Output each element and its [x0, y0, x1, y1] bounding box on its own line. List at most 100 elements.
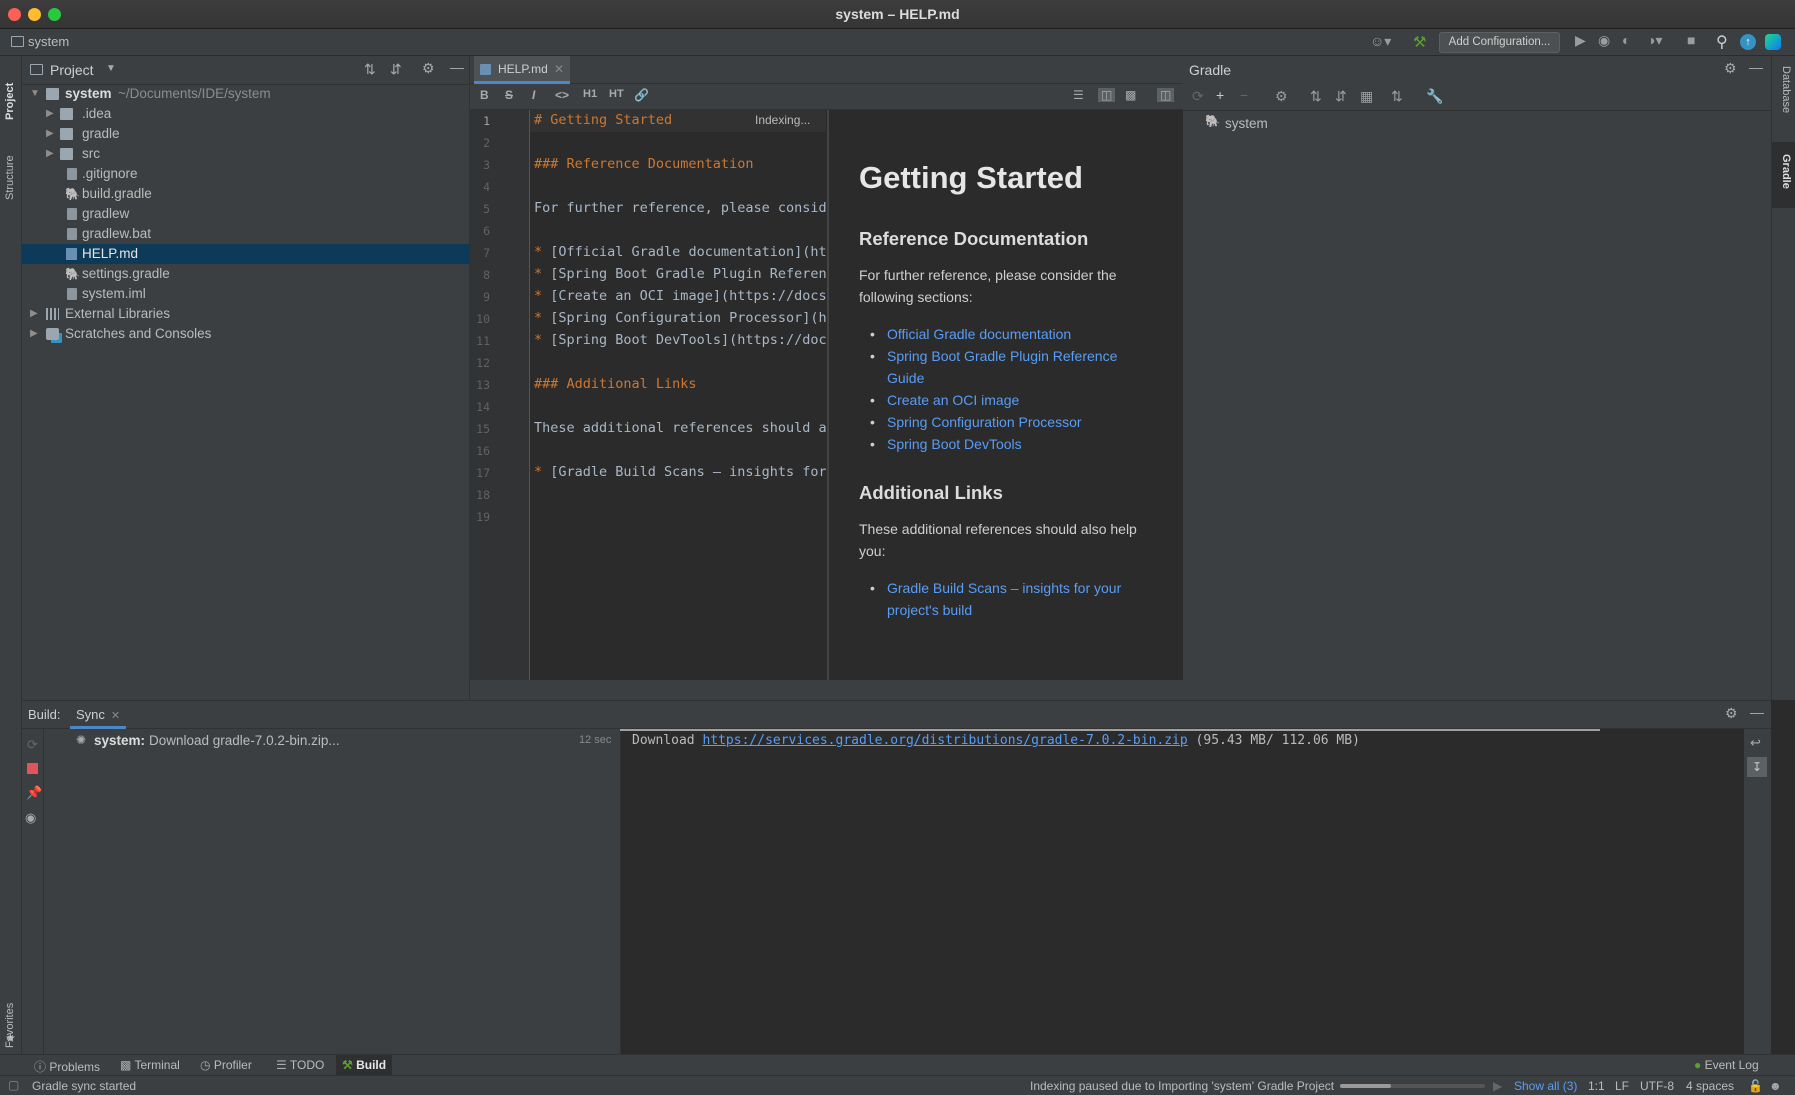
italic-button[interactable]: I [532, 88, 535, 102]
notifications-icon[interactable]: ☻ [1769, 1079, 1782, 1093]
tree-item-gradle[interactable]: ▶ gradle [22, 124, 470, 144]
code-line[interactable]: * [Official Gradle documentation](ht [534, 244, 826, 260]
close-icon[interactable]: ✕ [111, 710, 120, 722]
breadcrumb[interactable]: system [28, 34, 69, 49]
preview-link[interactable]: Gradle Build Scans – insights for your p… [870, 577, 1147, 621]
tab-problems[interactable]: ⓘ Problems [34, 1058, 100, 1075]
code-line[interactable]: ### Reference Documentation [534, 156, 826, 172]
project-panel-title[interactable]: Project [50, 62, 94, 78]
gear-icon[interactable]: ⚙ [1724, 60, 1737, 77]
header-level-button[interactable]: HT [609, 88, 624, 100]
add-icon[interactable]: + [1216, 87, 1224, 103]
chevron-right-icon[interactable]: ▶ [46, 144, 54, 164]
add-configuration-button[interactable]: Add Configuration... [1439, 32, 1560, 53]
preview-link[interactable]: Spring Boot Gradle Plugin Reference Guid… [870, 345, 1147, 389]
editor-only-icon[interactable]: ☰ [1073, 88, 1084, 102]
user-icon[interactable]: ☺▾ [1370, 33, 1391, 50]
preview-link[interactable]: Official Gradle documentation [870, 323, 1147, 345]
stop-icon[interactable] [27, 763, 38, 774]
coverage-icon[interactable]: ◐ [1622, 32, 1630, 48]
tab-todo[interactable]: ☰ TODO [276, 1058, 324, 1072]
code-line[interactable]: * [Create an OCI image](https://docs [534, 288, 826, 304]
preview-link[interactable]: Spring Configuration Processor [870, 411, 1147, 433]
tree-item-scratches[interactable]: ▶ Scratches and Consoles [22, 324, 470, 344]
split-layout-icon[interactable]: ◫ [1157, 88, 1175, 102]
gradle-tool-tab[interactable]: Gradle [1780, 154, 1792, 189]
search-icon[interactable]: ⚲ [1716, 32, 1728, 52]
toggle-offline-icon[interactable]: ⇅ [1391, 88, 1403, 105]
tab-build[interactable]: ⚒ Build [336, 1055, 393, 1075]
tree-item-build-gradle[interactable]: 🐘 build.gradle [22, 184, 470, 204]
lock-icon[interactable]: 🔓 [1748, 1079, 1763, 1093]
tab-event-log[interactable]: ● Event Log [1694, 1058, 1759, 1072]
rerun-icon[interactable]: ⟳ [27, 737, 38, 753]
chevron-right-icon[interactable]: ▶ [30, 324, 38, 344]
hide-panel-icon[interactable]: — [1750, 704, 1764, 720]
eye-icon[interactable]: ◉ [25, 810, 36, 826]
remove-icon[interactable]: − [1240, 87, 1248, 103]
gear-icon[interactable]: ⚙ [422, 60, 435, 77]
chevron-right-icon[interactable]: ▶ [30, 304, 38, 324]
tab-profiler[interactable]: ◷ Profiler [200, 1058, 252, 1072]
toolbox-icon[interactable] [1765, 34, 1781, 50]
tab-terminal[interactable]: ▩ Terminal [120, 1058, 180, 1072]
preview-only-icon[interactable]: ▩ [1125, 88, 1136, 102]
line-separator[interactable]: LF [1615, 1079, 1629, 1093]
tree-item-external-libraries[interactable]: ▶ External Libraries [22, 304, 470, 324]
wrench-icon[interactable]: 🔧 [1426, 88, 1443, 105]
project-tool-tab[interactable]: Project [4, 83, 16, 120]
caret-position[interactable]: 1:1 [1588, 1079, 1605, 1093]
tree-item-src[interactable]: ▶ src [22, 144, 470, 164]
code-line[interactable]: * [Spring Configuration Processor](h [534, 310, 826, 326]
run-icon[interactable]: ▶ [1575, 32, 1586, 49]
link-icon[interactable]: 🔗 [634, 88, 649, 102]
resume-indexing-icon[interactable]: ▶ [1493, 1079, 1502, 1093]
scroll-to-end-icon[interactable]: ↧ [1747, 757, 1767, 777]
gradle-root-system[interactable]: system [1225, 116, 1268, 131]
profile-icon[interactable]: ◑▾ [1647, 32, 1662, 49]
collapse-all-icon[interactable]: ⇵ [390, 61, 402, 78]
debug-icon[interactable]: ◉ [1598, 32, 1610, 49]
code-line[interactable]: For further reference, please conside [534, 200, 826, 216]
editor-and-preview-icon[interactable]: ◫ [1098, 88, 1116, 102]
build-hammer-icon[interactable]: ⚒ [1413, 33, 1426, 51]
gear-icon[interactable]: ⚙ [1725, 705, 1738, 722]
refresh-icon[interactable]: ⟳ [1192, 88, 1204, 105]
execute-task-icon[interactable]: ⚙ [1275, 88, 1288, 105]
group-modules-icon[interactable]: ▦ [1360, 88, 1373, 105]
toggle-tool-windows-icon[interactable]: ▢ [8, 1078, 19, 1092]
hide-panel-icon[interactable]: — [1749, 59, 1763, 75]
build-console[interactable]: Download https://services.gradle.org/dis… [620, 729, 1744, 1054]
code-line[interactable]: # Getting Started [534, 112, 826, 128]
code-line[interactable]: * [Gradle Build Scans – insights for [534, 464, 826, 480]
structure-tool-tab[interactable]: Structure [4, 155, 16, 200]
console-download-link[interactable]: https://services.gradle.org/distribution… [702, 733, 1187, 748]
tree-root-system[interactable]: ▼ system ~/Documents/IDE/system [22, 84, 470, 104]
status-message[interactable]: Gradle sync started [32, 1079, 136, 1093]
close-icon[interactable]: ✕ [554, 56, 564, 82]
strikethrough-button[interactable]: S [505, 88, 513, 102]
code-line[interactable]: * [Spring Boot Gradle Plugin Referen [534, 266, 826, 282]
show-all-processes-link[interactable]: Show all (3) [1514, 1079, 1577, 1093]
preview-link[interactable]: Create an OCI image [870, 389, 1147, 411]
chevron-down-icon[interactable]: ▼ [106, 63, 116, 74]
code-button[interactable]: <> [555, 88, 569, 102]
build-task-text[interactable]: Download gradle-7.0.2-bin.zip... [149, 733, 340, 748]
build-task-name[interactable]: system: [94, 733, 145, 748]
tree-item-help-md[interactable]: HELP.md [22, 244, 470, 264]
code-line[interactable]: * [Spring Boot DevTools](https://docs [534, 332, 826, 348]
soft-wrap-icon[interactable]: ↩ [1750, 735, 1761, 751]
preview-link[interactable]: Spring Boot DevTools [870, 433, 1147, 455]
chevron-right-icon[interactable]: ▶ [46, 104, 54, 124]
expand-all-icon[interactable]: ⇅ [1310, 88, 1322, 105]
database-tool-tab[interactable]: Database [1780, 66, 1792, 113]
tree-item-gradlew[interactable]: gradlew [22, 204, 470, 224]
tree-item-idea[interactable]: ▶ .idea [22, 104, 470, 124]
code-line[interactable]: ### Additional Links [534, 376, 826, 392]
chevron-right-icon[interactable]: ▶ [46, 124, 54, 144]
hide-panel-icon[interactable]: — [450, 59, 464, 75]
tree-item-settings-gradle[interactable]: 🐘 settings.gradle [22, 264, 470, 284]
editor-horizontal-scroll[interactable] [470, 680, 1183, 700]
indent-setting[interactable]: 4 spaces [1686, 1079, 1734, 1093]
stop-icon[interactable]: ■ [1687, 32, 1695, 48]
